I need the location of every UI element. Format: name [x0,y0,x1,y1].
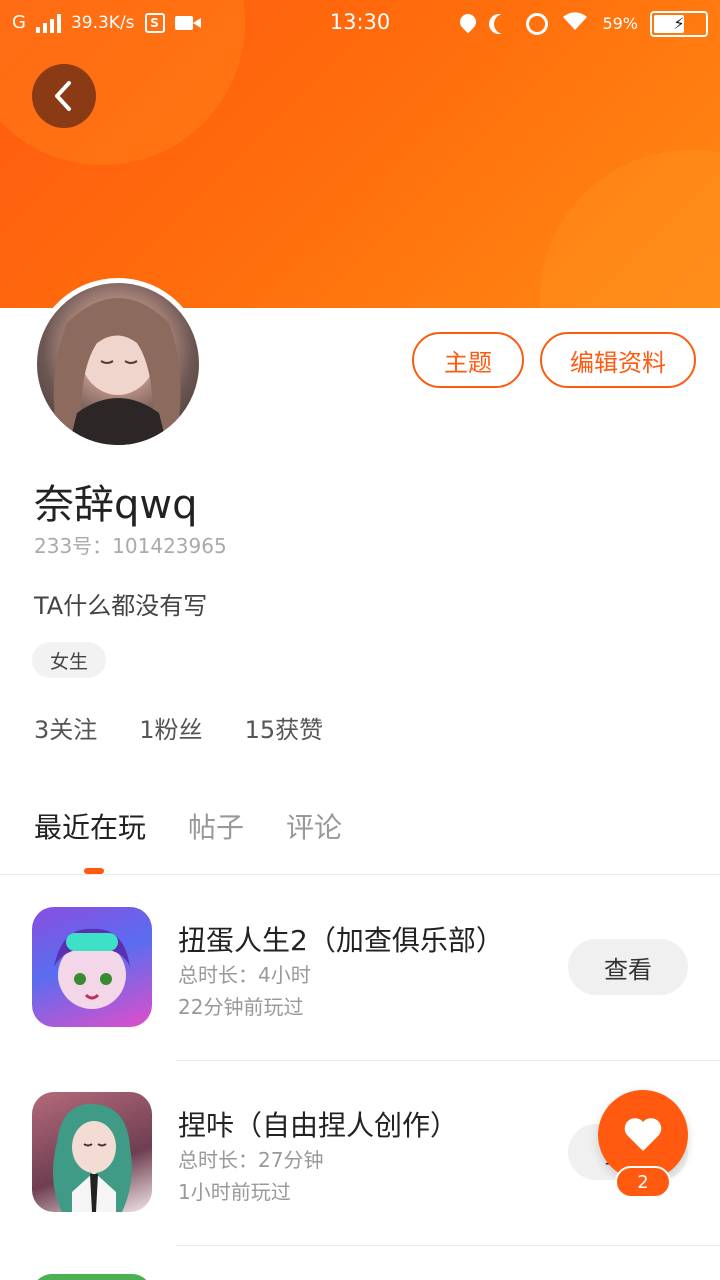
view-button[interactable]: 查看 [568,939,688,995]
game-icon [32,907,152,1027]
game-icon [32,1092,152,1212]
tab-posts[interactable]: 帖子 [188,806,244,846]
edit-profile-button[interactable]: 编辑资料 [540,332,696,388]
list-item[interactable]: 扭蛋人生2（加查俱乐部） 总时长：4小时 22分钟前玩过 查看 [0,875,720,1061]
game-title: 扭蛋人生2（加查俱乐部） [178,924,504,957]
tab-recently-played[interactable]: 最近在玩 [34,806,146,846]
user-id: 233号：101423965 [34,534,227,558]
profile-stats: 3关注 1粉丝 15获赞 [34,710,323,745]
tab-comments[interactable]: 评论 [286,806,342,846]
status-bar: G 39.3K/s S 13:30 59% ⚡ [0,0,720,48]
profile-tabs: 最近在玩 帖子 评论 [34,806,342,846]
game-title: 捏咔（自由捏人创作） [178,1109,459,1142]
avatar[interactable] [32,278,204,450]
like-count-badge: 2 [615,1166,671,1198]
game-total-time: 总时长：4小时 [178,963,311,987]
game-last-played: 1小时前玩过 [178,1180,291,1204]
battery-icon: ⚡ [650,10,708,37]
game-icon [32,1274,152,1280]
user-bio: TA什么都没有写 [34,592,208,620]
gender-tag: 女生 [32,642,107,678]
location-icon [460,14,476,34]
likes-count: 15获赞 [244,716,324,744]
following-count[interactable]: 3关注 [34,710,97,745]
wifi-icon [560,10,590,37]
chevron-left-icon [55,81,71,111]
heart-icon [624,1118,662,1151]
topic-button[interactable]: 主题 [412,332,524,388]
back-button[interactable] [32,64,96,128]
username: 奈辞qwq [34,482,198,528]
game-last-played: 22分钟前玩过 [178,995,304,1019]
game-total-time: 总时长：27分钟 [178,1148,324,1172]
battery-percent: 59% [602,14,638,33]
moon-icon [494,14,514,34]
alarm-icon [526,12,549,35]
divider [176,1245,720,1246]
banner-decoration [540,150,720,308]
fans-count[interactable]: 1粉丝 [139,710,202,745]
